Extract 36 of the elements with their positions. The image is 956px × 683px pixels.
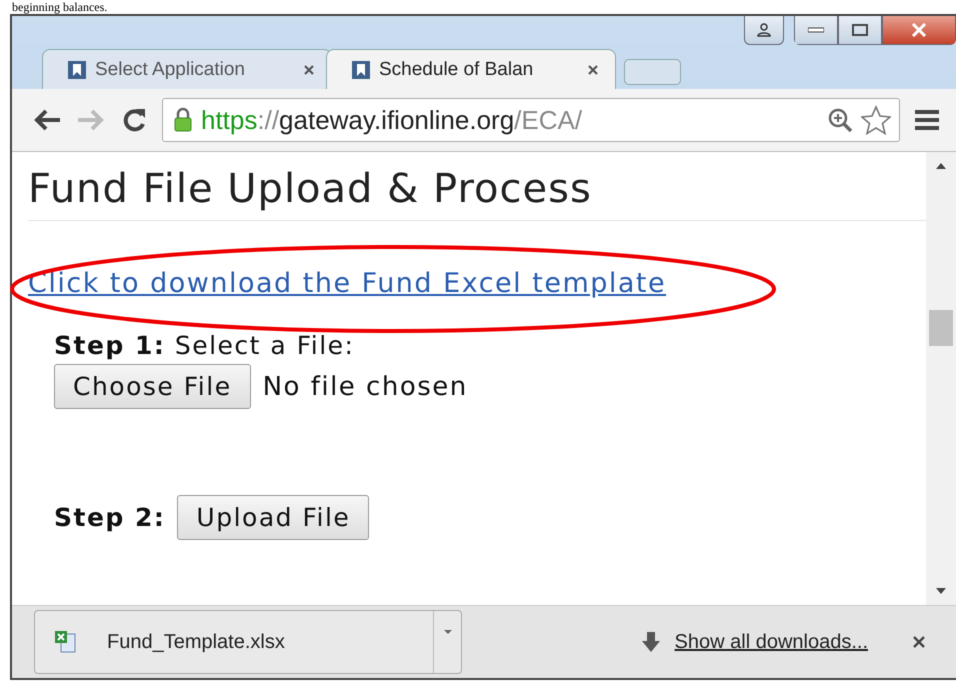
minimize-icon	[808, 27, 824, 33]
step-instruction: Step 1: Select a File:	[54, 331, 356, 360]
caret-icon	[442, 629, 452, 635]
spreadsheet-icon	[53, 630, 77, 654]
bookmark-icon	[67, 60, 87, 80]
person-icon	[756, 23, 772, 37]
download-item[interactable]: Fund_Template.xlsx	[34, 610, 462, 674]
page-heading: Fund File Upload & Process	[28, 152, 926, 221]
document-text: beginning balances.	[11, 0, 108, 14]
close-icon	[911, 23, 927, 37]
maximize-button[interactable]	[838, 16, 882, 45]
upload-file-button[interactable]: Upload File	[177, 495, 370, 540]
lock-icon	[173, 107, 193, 133]
user-button[interactable]	[744, 16, 784, 45]
scroll-thumb[interactable]	[929, 310, 953, 346]
download-arrow-icon	[640, 631, 661, 653]
menu-icon[interactable]	[914, 109, 940, 131]
scroll-down-icon[interactable]	[935, 587, 947, 595]
close-icon[interactable]	[303, 64, 315, 76]
minimize-button[interactable]	[794, 16, 838, 45]
show-all-downloads-link[interactable]: Show all downloads...	[674, 630, 868, 654]
scroll-up-icon[interactable]	[935, 162, 947, 170]
zoom-icon[interactable]	[827, 107, 853, 133]
step-label: Step 2:	[54, 503, 166, 532]
file-status: No file chosen	[262, 372, 468, 402]
close-icon[interactable]	[587, 64, 599, 76]
back-icon[interactable]	[32, 108, 62, 132]
scrollbar[interactable]	[926, 152, 956, 605]
choose-file-button[interactable]: Choose File	[54, 364, 251, 409]
close-icon[interactable]	[912, 635, 926, 649]
address-bar[interactable]: https://gateway.ifionline.org/ECA/	[162, 98, 900, 142]
maximize-icon	[852, 24, 868, 36]
browser-tab[interactable]: Schedule of Balan	[326, 49, 616, 89]
bookmark-icon	[351, 60, 371, 80]
close-window-button[interactable]	[882, 16, 956, 45]
star-icon[interactable]	[861, 105, 891, 135]
